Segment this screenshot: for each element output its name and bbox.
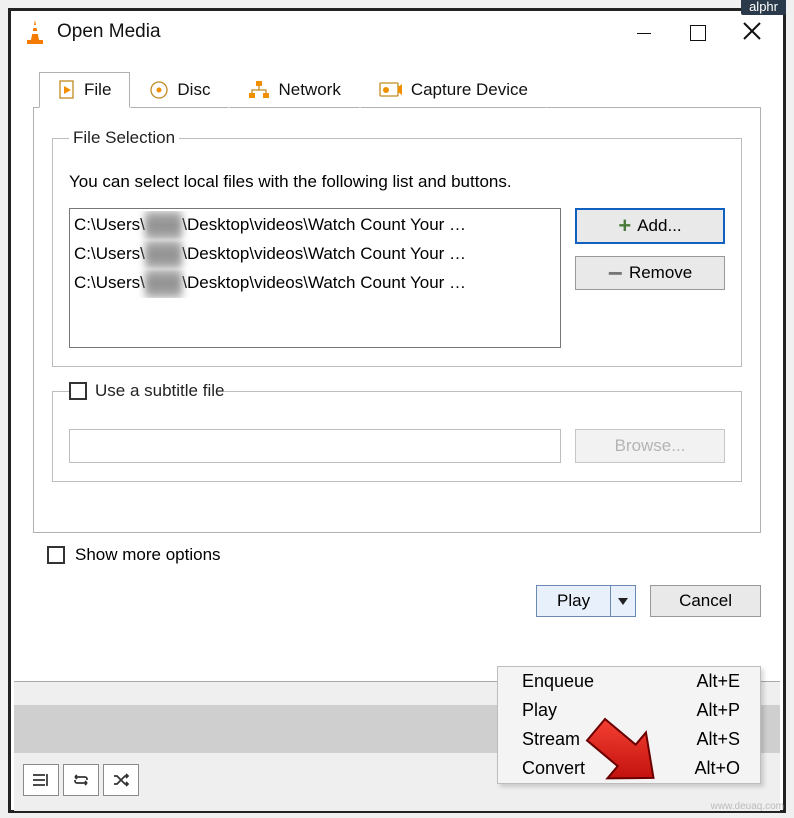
vlc-cone-icon [23,19,47,45]
tab-label: Network [278,80,340,100]
browse-button: Browse... [575,429,725,463]
remove-button[interactable]: − Remove [575,256,725,290]
tab-disc[interactable]: Disc [130,72,229,108]
minus-icon: − [608,268,623,278]
window-open-media: Open Media File Disc [8,8,786,813]
add-button[interactable]: + Add... [575,208,725,244]
file-list-item[interactable]: C:\Users\▮▮▮▮\Desktop\videos\Watch Count… [74,269,556,298]
tab-file[interactable]: File [39,72,130,108]
tab-label: Disc [177,80,210,100]
tab-label: File [84,80,111,100]
play-dropdown-menu: Enqueue Alt+E Play Alt+P Stream Alt+S Co… [497,666,761,784]
subtitle-path-input [69,429,561,463]
tab-network[interactable]: Network [229,72,359,108]
tab-label: Capture Device [411,80,528,100]
play-button[interactable]: Play [536,585,611,617]
network-icon [248,80,270,100]
play-split-button[interactable]: Play [536,585,636,617]
menu-item-stream[interactable]: Stream Alt+S [498,725,760,754]
tab-capture-device[interactable]: Capture Device [360,72,547,108]
file-list[interactable]: C:\Users\▮▮▮▮\Desktop\videos\Watch Count… [69,208,561,348]
group-subtitle: Use a subtitle file Browse... [52,381,742,482]
capture-device-icon [379,80,403,100]
cancel-button[interactable]: Cancel [650,585,761,617]
shortcut-label: Alt+E [696,671,740,692]
dialog-body: File Disc Network Capture Device [11,53,783,581]
playlist-button[interactable] [23,764,59,796]
menu-item-play[interactable]: Play Alt+P [498,696,760,725]
shuffle-button[interactable] [103,764,139,796]
menu-item-enqueue[interactable]: Enqueue Alt+E [498,667,760,696]
group-file-selection: File Selection You can select local file… [52,128,742,367]
file-selection-hint: You can select local files with the foll… [69,172,725,192]
subtitle-checkbox-label: Use a subtitle file [95,381,224,401]
subtitle-checkbox[interactable] [69,382,87,400]
shortcut-label: Alt+S [696,729,740,750]
menu-item-convert[interactable]: Convert Alt+O [498,754,760,783]
file-list-item[interactable]: C:\Users\▮▮▮▮\Desktop\videos\Watch Count… [74,211,556,240]
loop-button[interactable] [63,764,99,796]
show-more-options-checkbox[interactable] [47,546,65,564]
disc-icon [149,80,169,100]
playback-toolbar [23,764,139,796]
show-more-options-label: Show more options [75,545,221,565]
source-badge: alphr [741,0,786,15]
close-button[interactable] [725,11,779,53]
maximize-button[interactable] [671,11,725,53]
titlebar: Open Media [11,11,783,53]
tab-bar: File Disc Network Capture Device [39,71,761,107]
shortcut-label: Alt+P [696,700,740,721]
file-list-item[interactable]: C:\Users\▮▮▮▮\Desktop\videos\Watch Count… [74,240,556,269]
redacted-text: ▮▮▮▮ [145,211,182,240]
redacted-text: ▮▮▮▮ [145,240,182,269]
group-legend: File Selection [69,128,179,148]
redacted-text: ▮▮▮▮ [145,269,182,298]
window-title: Open Media [57,21,617,43]
file-icon [58,80,76,100]
dialog-action-row: Play Cancel [11,581,783,627]
minimize-button[interactable] [617,11,671,53]
shortcut-label: Alt+O [694,758,740,779]
plus-icon: + [618,219,631,232]
watermark: www.deuaq.com [711,801,784,812]
tab-content-file: File Selection You can select local file… [33,107,761,533]
play-dropdown-arrow[interactable] [610,585,636,617]
